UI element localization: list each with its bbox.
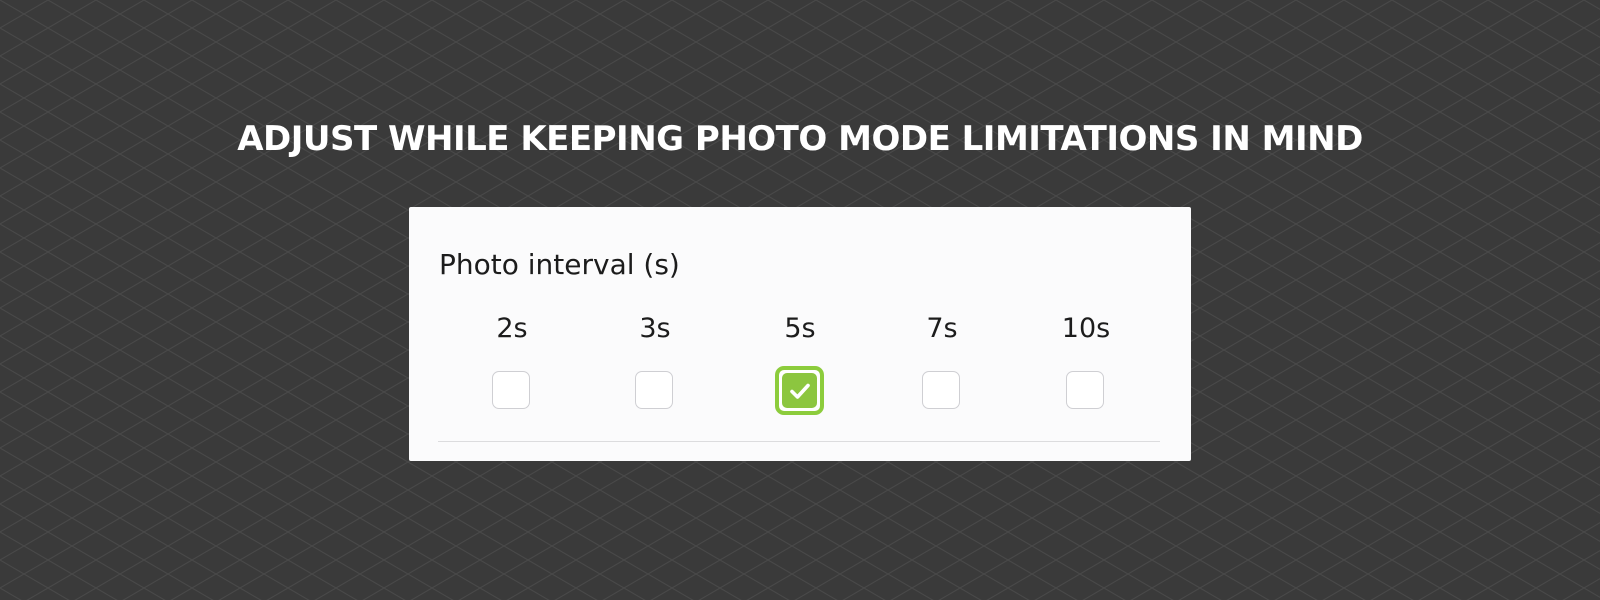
interval-option-label: 10s <box>1061 313 1111 344</box>
photo-interval-panel: Photo interval (s) 2s 3s 5s 7s 10s <box>409 207 1191 461</box>
interval-option-label: 5s <box>784 313 816 344</box>
interval-option-7s[interactable]: 7s <box>892 311 992 421</box>
interval-option-label: 7s <box>926 313 958 344</box>
interval-option-2s[interactable]: 2s <box>462 311 562 421</box>
interval-option-3s[interactable]: 3s <box>605 311 705 421</box>
checkmark-icon <box>789 383 810 399</box>
interval-checkbox-10s[interactable] <box>1066 371 1104 409</box>
interval-option-10s[interactable]: 10s <box>1036 311 1136 421</box>
interval-checkbox-2s[interactable] <box>492 371 530 409</box>
interval-option-label: 3s <box>639 313 671 344</box>
interval-checkbox-7s[interactable] <box>922 371 960 409</box>
headline: ADJUST WHILE KEEPING PHOTO MODE LIMITATI… <box>237 119 1363 159</box>
interval-option-label: 2s <box>496 313 528 344</box>
divider <box>438 441 1160 442</box>
checkbox-fill <box>782 373 817 408</box>
photo-interval-label: Photo interval (s) <box>439 248 680 281</box>
interval-checkbox-3s[interactable] <box>635 371 673 409</box>
interval-option-5s[interactable]: 5s <box>750 311 850 421</box>
interval-checkbox-5s[interactable] <box>775 366 824 415</box>
